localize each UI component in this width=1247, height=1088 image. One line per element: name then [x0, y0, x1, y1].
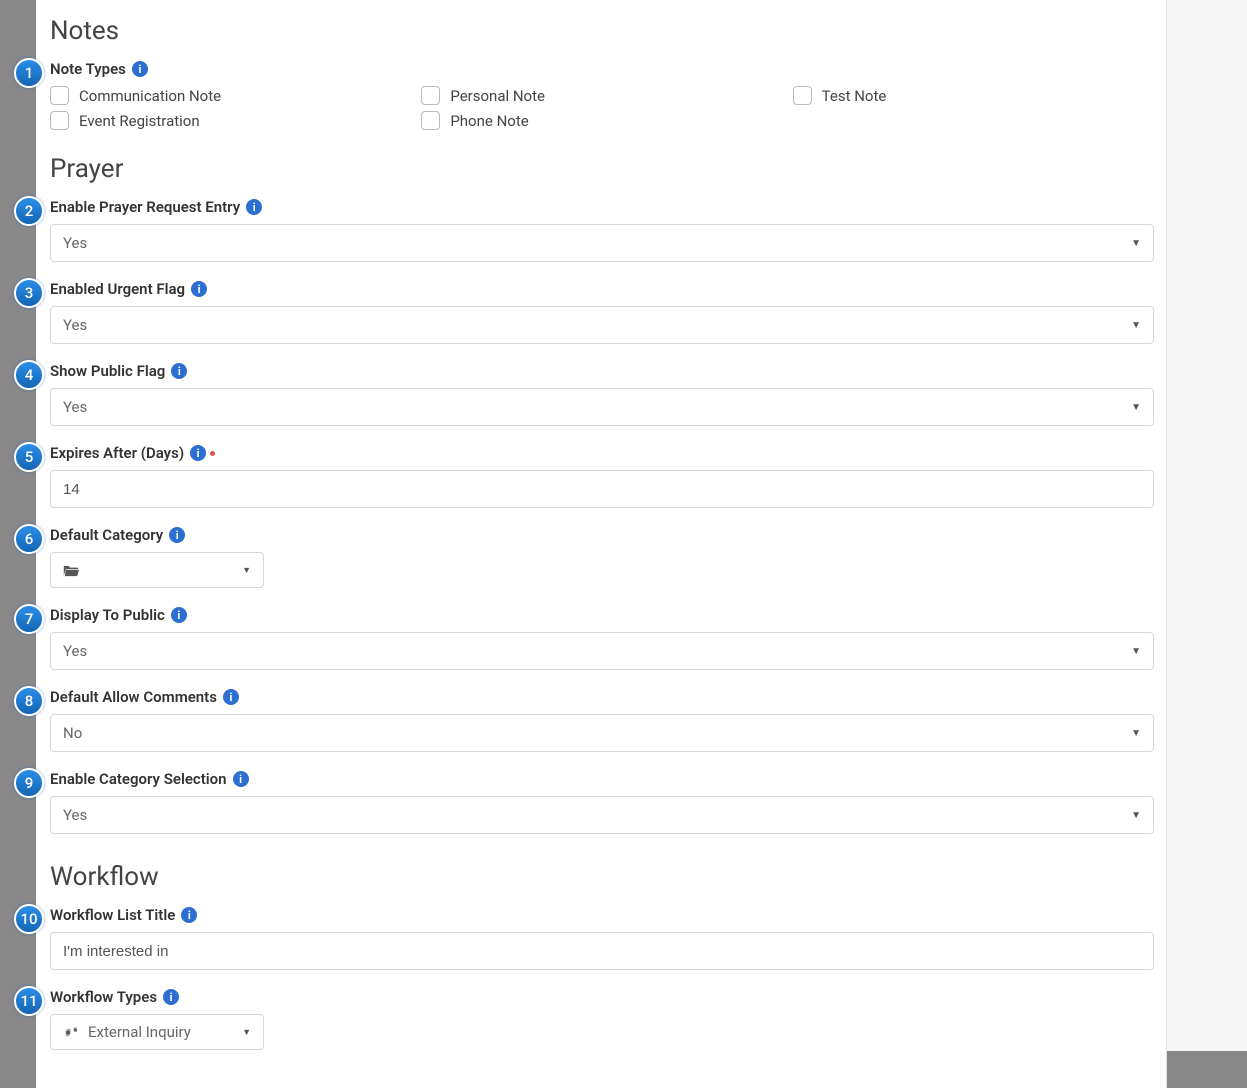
- step-badge-2: 2: [14, 196, 44, 226]
- public-flag-select[interactable]: Yes ▼: [50, 388, 1154, 426]
- enable-prayer-field: 2 Enable Prayer Request Entry i Yes ▼: [50, 198, 1154, 262]
- step-badge-3: 3: [14, 278, 44, 308]
- info-icon[interactable]: i: [233, 771, 249, 787]
- info-icon[interactable]: i: [191, 281, 207, 297]
- checkbox-label: Personal Note: [450, 87, 545, 105]
- step-badge-5: 5: [14, 442, 44, 472]
- info-icon[interactable]: i: [171, 607, 187, 623]
- display-public-label: Display To Public: [50, 606, 165, 624]
- checkbox[interactable]: [50, 111, 69, 130]
- step-badge-9: 9: [14, 768, 44, 798]
- enable-prayer-select[interactable]: Yes ▼: [50, 224, 1154, 262]
- expires-input[interactable]: [63, 481, 1141, 498]
- allow-comments-field: 8 Default Allow Comments i No ▼: [50, 688, 1154, 752]
- checkbox[interactable]: [421, 111, 440, 130]
- workflow-title-field: 10 Workflow List Title i: [50, 906, 1154, 970]
- public-flag-label: Show Public Flag: [50, 362, 165, 380]
- notes-section-title: Notes: [50, 16, 1154, 46]
- step-badge-1: 1: [14, 58, 44, 88]
- workflow-section-title: Workflow: [50, 862, 1154, 892]
- category-select-label: Enable Category Selection: [50, 770, 227, 788]
- picker-value: External Inquiry: [88, 1023, 191, 1041]
- info-icon[interactable]: i: [169, 527, 185, 543]
- workflow-title-label: Workflow List Title: [50, 906, 175, 924]
- chevron-down-icon: ▼: [1131, 810, 1141, 821]
- expires-input-wrap[interactable]: [50, 470, 1154, 508]
- step-badge-6: 6: [14, 524, 44, 554]
- workflow-title-input[interactable]: [63, 943, 1141, 960]
- info-icon[interactable]: i: [246, 199, 262, 215]
- checkbox-label: Test Note: [822, 87, 887, 105]
- note-types-label: Note Types: [50, 60, 126, 78]
- expires-field: 5 Expires After (Days) i: [50, 444, 1154, 508]
- checkbox-label: Phone Note: [450, 112, 528, 130]
- expires-label: Expires After (Days): [50, 444, 184, 462]
- enable-prayer-label: Enable Prayer Request Entry: [50, 198, 240, 216]
- checkbox[interactable]: [793, 86, 812, 105]
- info-icon[interactable]: i: [132, 61, 148, 77]
- category-select-select[interactable]: Yes ▼: [50, 796, 1154, 834]
- note-type-option[interactable]: Phone Note: [421, 111, 782, 130]
- workflow-types-field: 11 Workflow Types i External Inquiry ▼: [50, 988, 1154, 1050]
- chevron-down-icon: ▼: [242, 1027, 251, 1038]
- step-badge-4: 4: [14, 360, 44, 390]
- default-category-field: 6 Default Category i ▼: [50, 526, 1154, 588]
- select-value: No: [63, 724, 82, 742]
- chevron-down-icon: ▼: [1131, 646, 1141, 657]
- step-badge-10: 10: [14, 904, 44, 934]
- note-type-option[interactable]: Personal Note: [421, 86, 782, 105]
- info-icon[interactable]: i: [181, 907, 197, 923]
- note-types-field: 1 Note Types i Communication Note Person…: [50, 60, 1154, 130]
- right-scroll-gutter: [1167, 0, 1247, 1051]
- workflow-types-picker[interactable]: External Inquiry ▼: [50, 1014, 264, 1050]
- allow-comments-select[interactable]: No ▼: [50, 714, 1154, 752]
- display-public-select[interactable]: Yes ▼: [50, 632, 1154, 670]
- note-type-option[interactable]: Event Registration: [50, 111, 411, 130]
- note-type-option[interactable]: Test Note: [793, 86, 1154, 105]
- chevron-down-icon: ▼: [1131, 728, 1141, 739]
- category-select-field: 9 Enable Category Selection i Yes ▼: [50, 770, 1154, 834]
- step-badge-11: 11: [14, 986, 44, 1016]
- info-icon[interactable]: i: [163, 989, 179, 1005]
- chevron-down-icon: ▼: [242, 565, 251, 576]
- select-value: Yes: [63, 806, 87, 824]
- info-icon[interactable]: i: [171, 363, 187, 379]
- default-category-picker[interactable]: ▼: [50, 552, 264, 588]
- display-public-field: 7 Display To Public i Yes ▼: [50, 606, 1154, 670]
- folder-open-icon: [63, 563, 79, 577]
- step-badge-8: 8: [14, 686, 44, 716]
- info-icon[interactable]: i: [223, 689, 239, 705]
- select-value: Yes: [63, 642, 87, 660]
- chevron-down-icon: ▼: [1131, 320, 1141, 331]
- select-value: Yes: [63, 234, 87, 252]
- chevron-down-icon: ▼: [1131, 238, 1141, 249]
- select-value: Yes: [63, 398, 87, 416]
- checkbox[interactable]: [50, 86, 69, 105]
- workflow-types-label: Workflow Types: [50, 988, 157, 1006]
- checkbox-label: Event Registration: [79, 112, 200, 130]
- public-flag-field: 4 Show Public Flag i Yes ▼: [50, 362, 1154, 426]
- default-category-label: Default Category: [50, 526, 163, 544]
- chevron-down-icon: ▼: [1131, 402, 1141, 413]
- step-badge-7: 7: [14, 604, 44, 634]
- select-value: Yes: [63, 316, 87, 334]
- gears-icon: [63, 1025, 80, 1040]
- urgent-flag-select[interactable]: Yes ▼: [50, 306, 1154, 344]
- workflow-title-input-wrap[interactable]: [50, 932, 1154, 970]
- note-types-grid: Communication Note Personal Note Test No…: [50, 86, 1154, 130]
- urgent-flag-label: Enabled Urgent Flag: [50, 280, 185, 298]
- checkbox[interactable]: [421, 86, 440, 105]
- note-type-option[interactable]: Communication Note: [50, 86, 411, 105]
- settings-panel: Notes 1 Note Types i Communication Note …: [36, 0, 1167, 1088]
- allow-comments-label: Default Allow Comments: [50, 688, 217, 706]
- urgent-flag-field: 3 Enabled Urgent Flag i Yes ▼: [50, 280, 1154, 344]
- required-indicator: [210, 451, 215, 456]
- prayer-section-title: Prayer: [50, 154, 1154, 184]
- info-icon[interactable]: i: [190, 445, 206, 461]
- checkbox-label: Communication Note: [79, 87, 221, 105]
